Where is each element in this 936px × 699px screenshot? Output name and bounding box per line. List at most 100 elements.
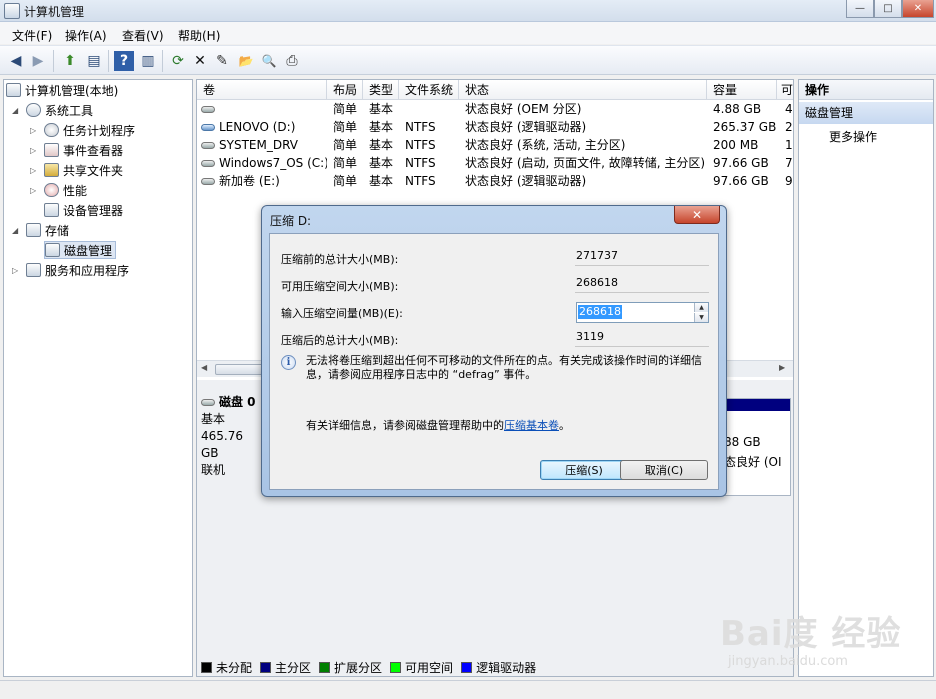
clock-icon — [44, 123, 59, 137]
expand-arrow-icon[interactable]: ▷ — [30, 166, 40, 175]
tree-item-performance[interactable]: ▷ 性能 — [30, 180, 87, 200]
column-header-layout[interactable]: 布局 — [327, 80, 363, 100]
column-header-free[interactable]: 可 — [777, 80, 793, 100]
export-icon[interactable]: ⎙ — [282, 51, 302, 71]
table-row[interactable]: 简单 基本 状态良好 (OEM 分区) 4.88 GB 4 — [197, 100, 793, 118]
expand-arrow-icon[interactable]: ▷ — [30, 146, 40, 155]
tree-item-device-manager[interactable]: 设备管理器 — [44, 200, 123, 220]
disk-0-info[interactable]: 磁盘 0 基本 465.76 GB 联机 — [201, 394, 263, 496]
shrink-amount-stepper[interactable]: 268618 ▲ ▼ — [576, 302, 709, 323]
back-icon[interactable]: ◀ — [6, 51, 26, 71]
up-level-icon[interactable]: ⬆ — [60, 51, 80, 71]
scroll-left-icon[interactable]: ◀ — [201, 363, 207, 372]
shrink-dialog: 压缩 D: ✕ 压缩前的总计大小(MB): 271737 可用压缩空间大小(MB… — [261, 205, 727, 497]
menu-action[interactable]: 操作(A) — [65, 27, 107, 44]
status-bar — [0, 680, 936, 699]
delete-icon[interactable]: ✕ — [190, 51, 210, 71]
more-actions-link[interactable]: 更多操作 — [829, 128, 877, 145]
drive-icon — [201, 160, 215, 167]
tree-item-system-tools[interactable]: ◢ 系统工具 — [12, 100, 93, 120]
show-hide-tree-icon[interactable]: ▤ — [84, 51, 104, 71]
toolbar-separator — [108, 50, 109, 72]
size-after-label: 压缩后的总计大小(MB): — [281, 334, 399, 347]
dialog-close-button[interactable]: ✕ — [674, 206, 720, 224]
tree-item-label: 磁盘管理 — [64, 243, 113, 258]
tree-item-disk-management[interactable]: 磁盘管理 — [44, 241, 117, 259]
action-pane-icon[interactable]: ▥ — [138, 51, 158, 71]
legend-swatch — [201, 661, 212, 673]
tree-item-label: 计算机管理(本地) — [25, 83, 119, 98]
menu-view[interactable]: 查看(V) — [122, 27, 164, 44]
column-header-type[interactable]: 类型 — [363, 80, 399, 100]
column-header-capacity[interactable]: 容量 — [707, 80, 777, 100]
partition-legend: 未分配 主分区 扩展分区 可用空间 逻辑驱动器 — [201, 659, 791, 676]
table-row[interactable]: 新加卷 (E:) 简单 基本 NTFS 状态良好 (逻辑驱动器) 97.66 G… — [197, 172, 793, 190]
partition-size: 88 GB — [724, 435, 761, 449]
spin-down-icon[interactable]: ▼ — [694, 313, 708, 322]
close-button[interactable]: ✕ — [902, 0, 934, 18]
legend-item: 主分区 — [260, 659, 311, 676]
tree-item-label: 事件查看器 — [63, 143, 124, 158]
refresh-icon[interactable]: ⟳ — [168, 51, 188, 71]
menu-help[interactable]: 帮助(H) — [178, 27, 220, 44]
volume-fs: NTFS — [405, 120, 436, 134]
dialog-title: 压缩 D: — [270, 214, 312, 228]
performance-icon — [44, 183, 59, 197]
disk-state: 联机 — [201, 463, 226, 477]
tree-item-services[interactable]: ▷ 服务和应用程序 — [12, 260, 129, 280]
actions-section-disk-management[interactable]: 磁盘管理 — [799, 102, 933, 124]
cancel-button[interactable]: 取消(C) — [620, 460, 708, 480]
tree-item-storage[interactable]: ◢ 存储 — [12, 220, 69, 240]
expand-arrow-icon[interactable]: ▷ — [12, 266, 22, 275]
volume-status: 状态良好 (逻辑驱动器) — [465, 174, 587, 188]
tree-item-root[interactable]: 计算机管理(本地) — [6, 80, 118, 100]
properties-icon[interactable]: ✎ — [212, 51, 232, 71]
shrink-amount-input[interactable]: 268618 — [578, 305, 622, 319]
column-header-status[interactable]: 状态 — [459, 80, 707, 100]
minimize-button[interactable]: — — [846, 0, 874, 18]
help-icon[interactable]: ? — [114, 51, 134, 71]
table-row[interactable]: SYSTEM_DRV 简单 基本 NTFS 状态良好 (系统, 活动, 主分区)… — [197, 136, 793, 154]
event-viewer-icon — [44, 143, 59, 157]
drive-icon — [201, 124, 215, 131]
size-before-label: 压缩前的总计大小(MB): — [281, 253, 399, 266]
watermark-url: jingyan.baidu.com — [728, 654, 848, 669]
tree-item-event-viewer[interactable]: ▷ 事件查看器 — [30, 140, 123, 160]
expand-arrow-icon[interactable]: ▷ — [30, 186, 40, 195]
volume-table-header: 卷 布局 类型 文件系统 状态 容量 可 — [197, 80, 793, 100]
find-icon[interactable]: 🔍 — [259, 51, 279, 71]
tree-item-task-scheduler[interactable]: ▷ 任务计划程序 — [30, 120, 135, 140]
open-folder-icon[interactable]: 📂 — [236, 51, 256, 71]
collapse-arrow-icon[interactable]: ◢ — [12, 226, 22, 235]
table-row[interactable]: LENOVO (D:) 简单 基本 NTFS 状态良好 (逻辑驱动器) 265.… — [197, 118, 793, 136]
legend-item: 可用空间 — [390, 659, 453, 676]
column-header-filesystem[interactable]: 文件系统 — [399, 80, 459, 100]
tree-item-shared-folders[interactable]: ▷ 共享文件夹 — [30, 160, 123, 180]
legend-swatch — [260, 661, 272, 673]
scroll-right-icon[interactable]: ▶ — [779, 363, 785, 372]
tree-item-label: 性能 — [63, 183, 88, 198]
collapse-arrow-icon[interactable]: ◢ — [12, 106, 22, 115]
shrink-basic-volume-link[interactable]: 压缩基本卷 — [504, 419, 559, 432]
volume-type: 基本 — [369, 120, 394, 134]
volume-free: 9 — [785, 174, 793, 188]
partition-e[interactable]: 88 GB 态良好 (OI — [721, 398, 791, 496]
maximize-button[interactable]: □ — [874, 0, 902, 18]
volume-layout: 简单 — [333, 102, 358, 116]
shrink-button[interactable]: 压缩(S) — [540, 460, 628, 480]
volume-capacity: 200 MB — [713, 138, 759, 152]
dialog-body: 压缩前的总计大小(MB): 271737 可用压缩空间大小(MB): 26861… — [269, 233, 719, 490]
volume-capacity: 97.66 GB — [713, 156, 769, 170]
info-message: 无法将卷压缩到超出任何不可移动的文件所在的点。有关完成该操作时间的详细信息，请参… — [306, 354, 702, 381]
menu-file[interactable]: 文件(F) — [12, 27, 52, 44]
expand-arrow-icon[interactable]: ▷ — [30, 126, 40, 135]
volume-name: SYSTEM_DRV — [219, 138, 298, 152]
table-row[interactable]: Windows7_OS (C:) 简单 基本 NTFS 状态良好 (启动, 页面… — [197, 154, 793, 172]
column-header-volume[interactable]: 卷 — [197, 80, 327, 100]
volume-layout: 简单 — [333, 138, 358, 152]
volume-capacity: 265.37 GB — [713, 120, 777, 134]
legend-item: 逻辑驱动器 — [461, 659, 536, 676]
spin-up-icon[interactable]: ▲ — [694, 303, 708, 312]
forward-icon[interactable]: ▶ — [28, 51, 48, 71]
volume-free: 1 — [785, 138, 793, 152]
